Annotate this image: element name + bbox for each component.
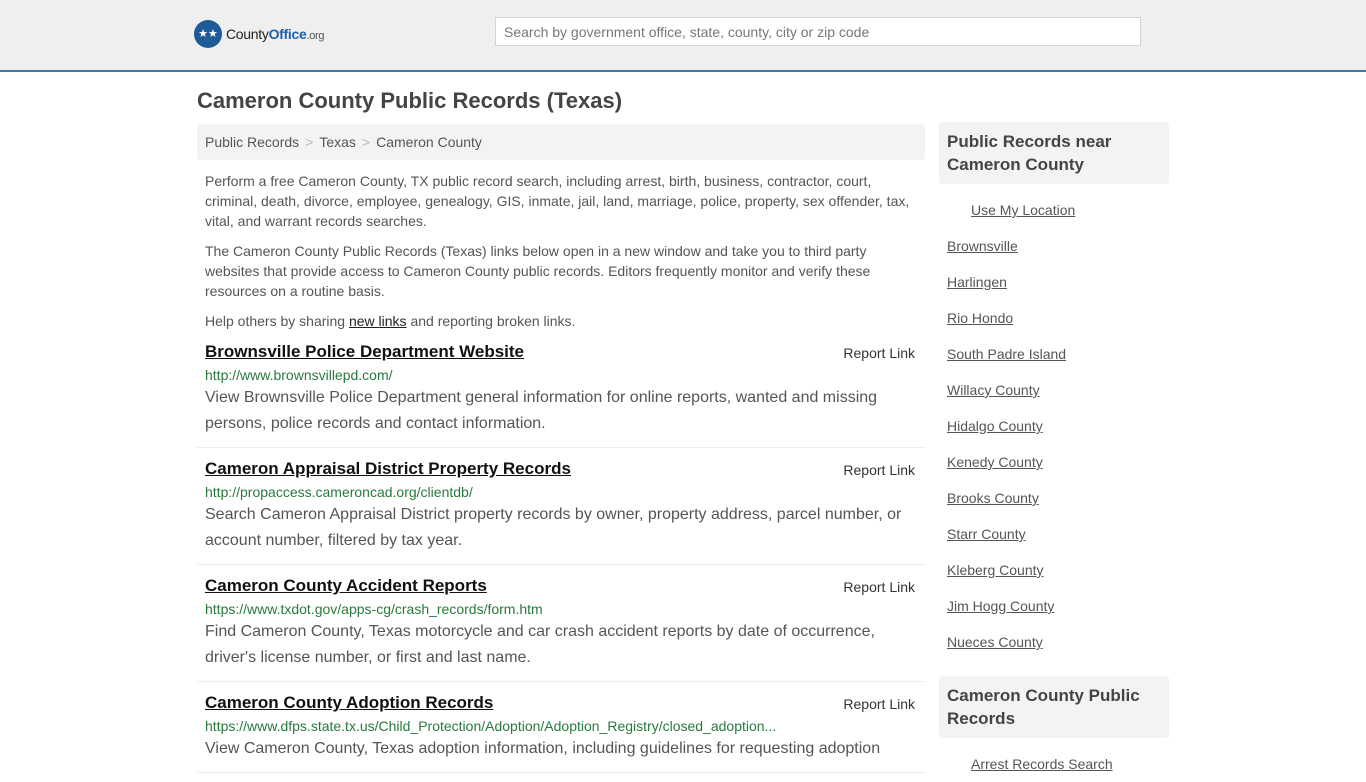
search-input[interactable]: [495, 17, 1141, 46]
county-record-link[interactable]: Arrest Records Search: [971, 756, 1113, 772]
breadcrumb-public-records[interactable]: Public Records: [205, 134, 299, 150]
record-description: View Cameron County, Texas adoption info…: [205, 740, 881, 757]
nearby-heading: Public Records near Cameron County: [939, 122, 1169, 184]
breadcrumb-separator: >: [305, 134, 314, 150]
record-item: Cameron County Adoption Records Report L…: [197, 682, 925, 773]
site-header: ★★ CountyOffice.org: [0, 0, 1366, 72]
intro: Perform a free Cameron County, TX public…: [197, 171, 925, 331]
nearby-link[interactable]: Kleberg County: [947, 562, 1044, 578]
record-item: Cameron Appraisal District Property Reco…: [197, 448, 925, 565]
site-logo[interactable]: ★★ CountyOffice.org: [194, 20, 325, 48]
nearby-link[interactable]: Brooks County: [947, 490, 1039, 506]
eagle-stars-icon: ★★: [194, 20, 222, 48]
county-records-heading: Cameron County Public Records: [939, 676, 1169, 738]
breadcrumb-separator: >: [361, 134, 371, 150]
nearby-link[interactable]: Rio Hondo: [947, 310, 1013, 326]
nearby-item: Hidalgo County: [947, 408, 1161, 444]
logo-text: CountyOffice.org: [226, 26, 325, 42]
record-title-link[interactable]: Cameron Appraisal District Property Reco…: [205, 458, 571, 480]
nearby-item: South Padre Island: [947, 336, 1161, 372]
nearby-link[interactable]: Jim Hogg County: [947, 598, 1054, 614]
intro-paragraph: The Cameron County Public Records (Texas…: [205, 243, 871, 299]
report-link-button[interactable]: Report Link: [843, 579, 915, 595]
record-title-link[interactable]: Cameron County Adoption Records: [205, 692, 493, 714]
nearby-link[interactable]: Willacy County: [947, 382, 1040, 398]
nearby-item: Kleberg County: [947, 552, 1161, 588]
page-title: Cameron County Public Records (Texas): [197, 88, 623, 113]
nearby-item: Nueces County: [947, 624, 1161, 660]
nearby-link[interactable]: South Padre Island: [947, 346, 1066, 362]
record-description: Find Cameron County, Texas motorcycle an…: [205, 623, 875, 666]
record-item: Cameron County Accident Reports Report L…: [197, 565, 925, 682]
breadcrumb: Public Records > Texas > Cameron County: [197, 124, 925, 160]
nearby-item: Willacy County: [947, 372, 1161, 408]
nearby-item: Rio Hondo: [947, 300, 1161, 336]
nearby-item: Brooks County: [947, 480, 1161, 516]
record-title-link[interactable]: Brownsville Police Department Website: [205, 341, 524, 363]
report-link-button[interactable]: Report Link: [843, 696, 915, 712]
use-my-location-link[interactable]: Use My Location: [971, 202, 1075, 218]
help-paragraph: Help others by sharing new links and rep…: [205, 313, 576, 329]
record-url[interactable]: http://www.brownsvillepd.com/: [205, 365, 917, 385]
nearby-item: Jim Hogg County: [947, 588, 1161, 624]
record-url[interactable]: https://www.txdot.gov/apps-cg/crash_reco…: [205, 599, 917, 619]
breadcrumb-texas[interactable]: Texas: [319, 134, 356, 150]
record-item: Brownsville Police Department Website Re…: [197, 331, 925, 448]
nearby-link[interactable]: Hidalgo County: [947, 418, 1043, 434]
nearby-item: Harlingen: [947, 264, 1161, 300]
main-content: Public Records > Texas > Cameron County …: [197, 124, 925, 773]
nearby-item: Starr County: [947, 516, 1161, 552]
report-link-button[interactable]: Report Link: [843, 345, 915, 361]
nearby-link[interactable]: Kenedy County: [947, 454, 1043, 470]
use-location-item: Use My Location: [947, 192, 1161, 228]
breadcrumb-current: Cameron County: [376, 134, 482, 150]
report-link-button[interactable]: Report Link: [843, 462, 915, 478]
nearby-link[interactable]: Harlingen: [947, 274, 1007, 290]
nearby-item: Kenedy County: [947, 444, 1161, 480]
sidebar: Public Records near Cameron County Use M…: [939, 122, 1169, 782]
record-description: Search Cameron Appraisal District proper…: [205, 506, 902, 549]
county-record-item: Arrest Records Search: [947, 746, 1161, 782]
record-url[interactable]: http://propaccess.cameroncad.org/clientd…: [205, 482, 917, 502]
record-title-link[interactable]: Cameron County Accident Reports: [205, 575, 487, 597]
county-records-list: Arrest Records Search: [939, 738, 1169, 782]
intro-paragraph: Perform a free Cameron County, TX public…: [205, 173, 910, 229]
new-links-link[interactable]: new links: [349, 313, 407, 329]
record-url[interactable]: https://www.dfps.state.tx.us/Child_Prote…: [205, 716, 917, 736]
record-description: View Brownsville Police Department gener…: [205, 389, 878, 432]
nearby-link[interactable]: Starr County: [947, 526, 1026, 542]
nearby-item: Brownsville: [947, 228, 1161, 264]
nearby-link[interactable]: Nueces County: [947, 634, 1043, 650]
nearby-list: Use My Location Brownsville Harlingen Ri…: [939, 184, 1169, 660]
nearby-link[interactable]: Brownsville: [947, 238, 1018, 254]
